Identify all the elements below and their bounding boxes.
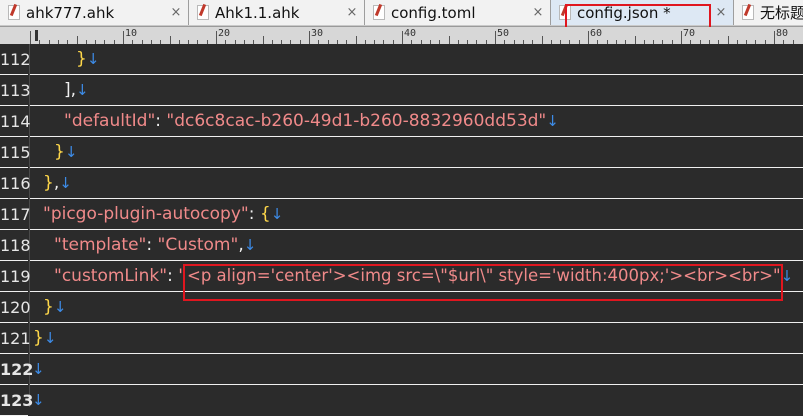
tab-ahk777[interactable]: ahk777.ahk ×	[0, 0, 189, 25]
column-ruler: 10 20 30 40 50 60 70 80	[0, 27, 803, 44]
code-line-121: }↓	[30, 323, 803, 354]
brace: }	[33, 328, 44, 348]
ruler-tick	[681, 31, 682, 44]
ruler-tick	[216, 31, 217, 44]
separator: :	[155, 111, 167, 131]
code-line-112: }↓	[30, 44, 803, 75]
tab-ahk11[interactable]: Ahk1.1.ahk ×	[189, 0, 365, 25]
ruler-tick	[495, 31, 496, 44]
ruler-tick	[355, 36, 357, 44]
ruler-tick	[541, 36, 543, 44]
code-line-117: "picgo-plugin-autocopy": {↓	[30, 199, 803, 230]
brace: }	[43, 297, 54, 317]
line-number: 119	[0, 261, 31, 292]
json-key: "defaultId"	[64, 111, 156, 131]
ruler-tick	[169, 36, 171, 44]
separator: :	[146, 235, 158, 255]
ruler-tick	[123, 31, 124, 44]
json-string-value: "Custom"	[157, 235, 239, 255]
close-icon[interactable]: ×	[714, 5, 728, 20]
line-number: 118	[0, 230, 31, 261]
json-key: "customLink"	[54, 266, 168, 286]
line-number-gutter: 112 113 114 115 116 117 118 119 120 121 …	[0, 44, 33, 416]
newline-marker: ↓	[270, 205, 284, 223]
file-icon	[742, 5, 754, 20]
json-string-value: "dc6c8cac-b260-49d1-b260-8832960dd53d"	[166, 111, 547, 131]
tab-label: config.toml	[391, 3, 476, 22]
ruler-tick	[30, 31, 31, 44]
ruler-number: 40	[404, 28, 417, 39]
line-number: 122	[0, 354, 33, 385]
newline-marker: ↓	[546, 112, 559, 130]
tab-config-toml[interactable]: config.toml ×	[365, 0, 551, 25]
ruler-number: 20	[218, 28, 231, 39]
ruler-number: 70	[683, 28, 696, 39]
ruler-ticks: 10 20 30 40 50 60 70 80	[30, 27, 803, 44]
newline-marker: ↓	[43, 329, 57, 347]
code-line-115: }↓	[30, 137, 803, 168]
line-number: 114	[0, 106, 31, 137]
code-line-114: "defaultId": "dc6c8cac-b260-49d1-b260-88…	[30, 106, 803, 137]
ruler-number: 60	[590, 28, 603, 39]
code-line-122: ↓	[30, 354, 803, 385]
ruler-tick	[309, 31, 310, 44]
code-editor[interactable]: }↓ ],↓ "defaultId": "dc6c8cac-b260-49d1-…	[30, 44, 803, 409]
line-number: 117	[0, 199, 31, 230]
tab-label: 无标题	[760, 4, 803, 22]
newline-marker: ↓	[76, 81, 89, 99]
tab-label: ahk777.ahk	[26, 3, 115, 22]
close-icon[interactable]: ×	[169, 5, 183, 20]
ruler-number: 10	[125, 28, 138, 39]
file-icon	[8, 5, 20, 20]
tab-label: Ahk1.1.ahk	[215, 3, 300, 22]
line-number: 116	[0, 168, 31, 199]
line-number: 112	[0, 44, 31, 75]
line-number: 123	[0, 385, 33, 416]
brace: }	[54, 142, 65, 162]
ruler-tick	[634, 36, 636, 44]
close-icon[interactable]: ×	[531, 5, 545, 20]
line-number: 113	[0, 75, 31, 106]
newline-marker: ↓	[53, 298, 67, 316]
ruler-number: 30	[311, 28, 324, 39]
ruler-tick	[448, 36, 450, 44]
code-line-118: "template": "Custom",↓	[30, 230, 803, 261]
brace: }	[76, 49, 87, 69]
json-key: "template"	[54, 235, 147, 255]
file-icon	[373, 5, 385, 20]
line-number: 115	[0, 137, 31, 168]
code-line-123: ↓	[30, 385, 803, 416]
line-number: 121	[0, 323, 31, 354]
ruler-tick	[76, 36, 78, 44]
ruler-tick	[588, 31, 589, 44]
newline-marker: ↓	[86, 50, 100, 68]
newline-marker: ↓	[32, 360, 45, 378]
ruler-number: 50	[497, 28, 510, 39]
newline-marker: ↓	[243, 236, 257, 254]
line-number: 120	[0, 292, 31, 323]
ruler-tick	[727, 36, 729, 44]
json-key: "picgo-plugin-autocopy"	[43, 204, 249, 224]
ruler-tick	[402, 31, 403, 44]
newline-marker: ↓	[59, 174, 72, 192]
brace: {	[259, 204, 271, 224]
ruler-tick	[774, 31, 775, 44]
code-line-116: },↓	[30, 168, 803, 199]
close-icon[interactable]: ×	[345, 5, 359, 20]
newline-marker: ↓	[32, 391, 45, 409]
file-icon	[197, 5, 209, 20]
newline-marker: ↓	[64, 143, 78, 161]
brace: }	[43, 173, 54, 193]
separator: :	[167, 266, 179, 286]
code-line-113: ],↓	[30, 75, 803, 106]
separator: :	[248, 204, 260, 224]
ruler-number: 80	[776, 28, 789, 39]
tab-untitled[interactable]: 无标题	[734, 0, 803, 25]
ruler-tick	[262, 36, 264, 44]
bracket-text: ],	[64, 80, 77, 100]
highlight-box-custom-link	[183, 264, 783, 301]
